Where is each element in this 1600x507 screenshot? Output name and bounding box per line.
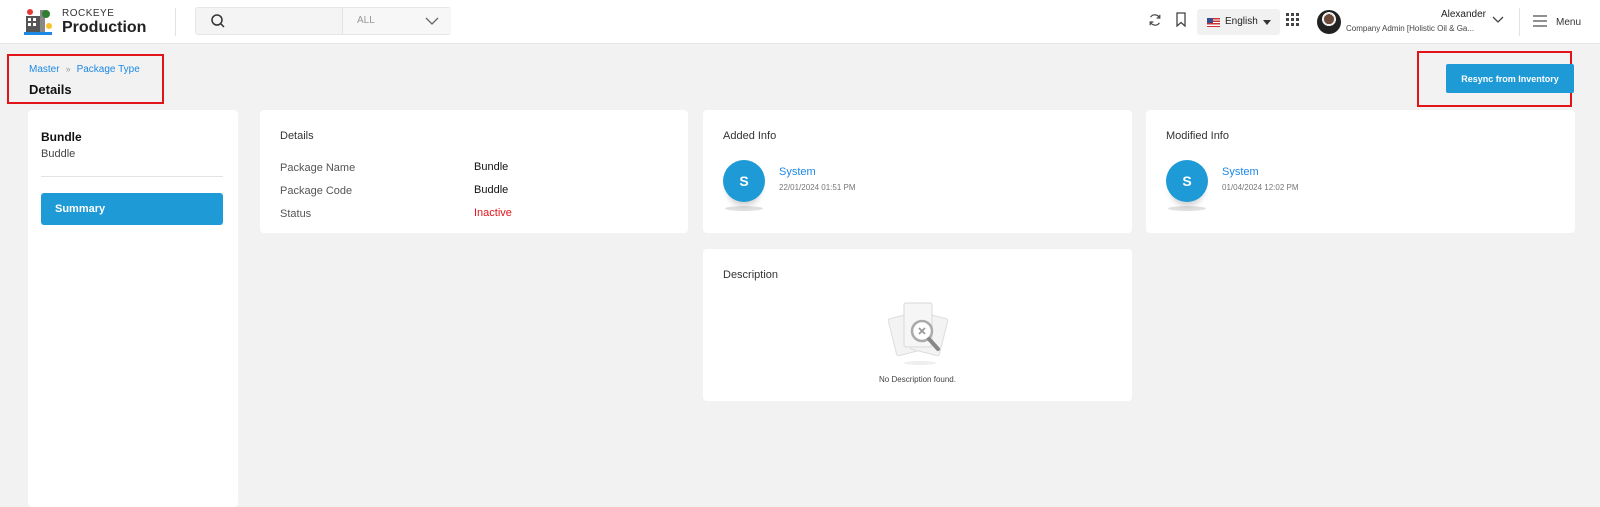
global-search: ALL [195, 7, 451, 35]
resync-inventory-button[interactable]: Resync from Inventory [1446, 64, 1574, 93]
detail-label: Package Code [280, 185, 353, 197]
chevron-down-icon [425, 17, 439, 25]
details-title: Details [280, 130, 314, 142]
modified-date: 01/04/2024 12:02 PM [1222, 183, 1299, 192]
flag-us-icon [1207, 18, 1220, 27]
modified-info-card: Modified Info S System 01/04/2024 12:02 … [1146, 110, 1575, 233]
package-code-subheading: Buddle [41, 148, 76, 160]
breadcrumb: Master » Package Type [29, 64, 140, 75]
avatar: S [1166, 160, 1208, 202]
modified-info-title: Modified Info [1166, 130, 1229, 142]
breadcrumb-item-package-type[interactable]: Package Type [77, 64, 140, 75]
caret-down-icon [1263, 20, 1271, 25]
page-title: Details [29, 82, 72, 97]
avatar-shadow [725, 206, 763, 211]
summary-tab[interactable]: Summary [41, 193, 223, 225]
search-input[interactable] [232, 8, 332, 34]
hamburger-menu-icon[interactable] [1533, 15, 1547, 27]
refresh-icon[interactable] [1148, 13, 1162, 27]
added-info-card: Added Info S System 22/01/2024 01:51 PM [703, 110, 1132, 233]
avatar: S [723, 160, 765, 202]
chevron-down-icon[interactable] [1492, 16, 1504, 24]
brand-subtitle: ROCKEYE [62, 8, 115, 19]
grid-apps-icon[interactable] [1286, 13, 1299, 26]
added-info-title: Added Info [723, 130, 777, 142]
detail-label: Package Name [280, 162, 356, 174]
user-avatar[interactable] [1317, 10, 1341, 34]
description-card: Description No Description found. [703, 249, 1132, 401]
search-scope-label: ALL [357, 15, 375, 26]
search-scope-select[interactable]: ALL [342, 8, 451, 34]
header-divider [1519, 8, 1520, 36]
breadcrumb-highlight: Master » Package Type Details [7, 54, 164, 104]
added-date: 22/01/2024 01:51 PM [779, 183, 856, 192]
divider [41, 176, 223, 177]
breadcrumb-separator-icon: » [65, 64, 71, 74]
modified-by-name[interactable]: System [1222, 166, 1259, 178]
detail-label: Status [280, 208, 312, 220]
logo-icon[interactable] [22, 6, 54, 38]
language-label: English [1225, 16, 1258, 27]
avatar-shadow [1168, 206, 1206, 211]
left-panel: Bundle Buddle Summary [28, 110, 238, 507]
status-badge: Inactive [474, 207, 512, 219]
bookmark-icon[interactable] [1175, 12, 1187, 27]
detail-value: Bundle [474, 161, 509, 173]
added-by-name[interactable]: System [779, 166, 816, 178]
brand-title: Production [62, 19, 147, 36]
top-header: ROCKEYE Production ALL English Alexander… [0, 0, 1600, 44]
header-divider [175, 8, 176, 36]
breadcrumb-item-master[interactable]: Master [29, 64, 60, 75]
language-selector[interactable]: English [1197, 9, 1280, 35]
detail-value: Buddle [474, 184, 509, 196]
menu-label[interactable]: Menu [1556, 17, 1581, 28]
search-icon[interactable] [210, 13, 226, 29]
user-role: Company Admin [Holistic Oil & Ga... [1346, 24, 1475, 33]
no-description-icon [887, 302, 949, 365]
details-card: Details Package Name Bundle Package Code… [260, 110, 688, 233]
user-name[interactable]: Alexander [1441, 9, 1486, 20]
package-name-heading: Bundle [41, 130, 82, 144]
description-title: Description [723, 269, 779, 281]
empty-state-text: No Description found. [879, 375, 956, 384]
